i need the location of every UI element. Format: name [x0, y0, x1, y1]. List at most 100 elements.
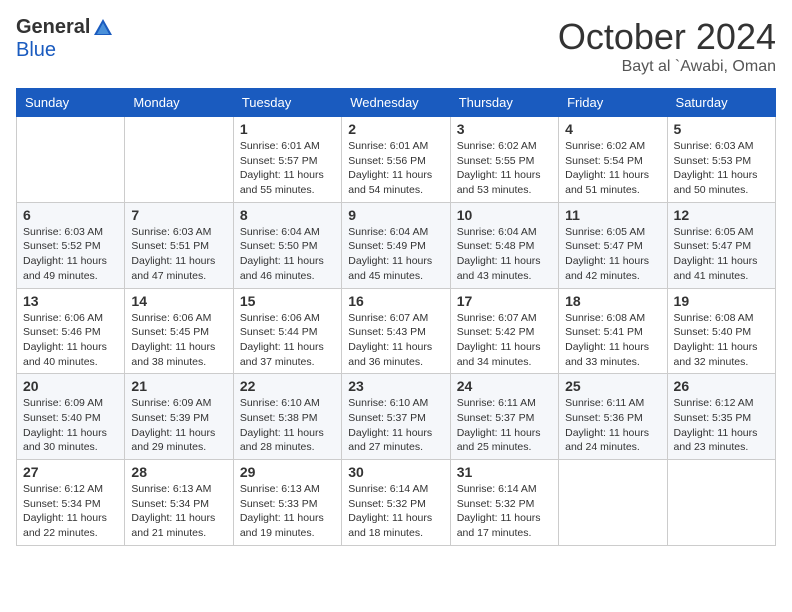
calendar-cell [17, 117, 125, 203]
day-number: 9 [348, 207, 443, 223]
day-number: 23 [348, 378, 443, 394]
day-number: 7 [131, 207, 226, 223]
calendar-cell: 24 Sunrise: 6:11 AM Sunset: 5:37 PM Dayli… [450, 374, 558, 460]
day-info: Sunrise: 6:08 AM Sunset: 5:40 PM Dayligh… [674, 311, 769, 370]
calendar-cell: 13 Sunrise: 6:06 AM Sunset: 5:46 PM Dayli… [17, 288, 125, 374]
calendar-cell [667, 460, 775, 546]
calendar-cell: 31 Sunrise: 6:14 AM Sunset: 5:32 PM Dayli… [450, 460, 558, 546]
calendar-cell: 23 Sunrise: 6:10 AM Sunset: 5:37 PM Dayli… [342, 374, 450, 460]
calendar-cell: 19 Sunrise: 6:08 AM Sunset: 5:40 PM Dayli… [667, 288, 775, 374]
calendar-cell [125, 117, 233, 203]
calendar-cell: 8 Sunrise: 6:04 AM Sunset: 5:50 PM Daylig… [233, 202, 341, 288]
day-number: 6 [23, 207, 118, 223]
calendar-cell: 15Sunrise: 6:06 AM Sunset: 5:44 PM Dayli… [233, 288, 341, 374]
day-info: Sunrise: 6:03 AM Sunset: 5:53 PM Dayligh… [674, 139, 769, 198]
day-info: Sunrise: 6:09 AM Sunset: 5:40 PM Dayligh… [23, 396, 118, 455]
day-info: Sunrise: 6:02 AM Sunset: 5:54 PM Dayligh… [565, 139, 660, 198]
logo: General Blue [16, 16, 114, 62]
day-number: 10 [457, 207, 552, 223]
calendar-cell: 17 Sunrise: 6:07 AM Sunset: 5:42 PM Dayli… [450, 288, 558, 374]
day-info: Sunrise: 6:04 AM Sunset: 5:48 PM Dayligh… [457, 225, 552, 284]
calendar-weekday-wednesday: Wednesday [342, 89, 450, 117]
day-number: 28 [131, 464, 226, 480]
calendar-cell: 6 Sunrise: 6:03 AM Sunset: 5:52 PM Daylig… [17, 202, 125, 288]
day-info: Sunrise: 6:03 AM Sunset: 5:52 PM Dayligh… [23, 225, 118, 284]
day-number: 29 [240, 464, 335, 480]
calendar-cell: 2 Sunrise: 6:01 AM Sunset: 5:56 PM Daylig… [342, 117, 450, 203]
day-number: 24 [457, 378, 552, 394]
calendar-table: SundayMondayTuesdayWednesdayThursdayFrid… [16, 88, 776, 546]
calendar-cell: 12 Sunrise: 6:05 AM Sunset: 5:47 PM Dayli… [667, 202, 775, 288]
day-info: Sunrise: 6:13 AM Sunset: 5:33 PM Dayligh… [240, 482, 335, 541]
day-number: 12 [674, 207, 769, 223]
calendar-weekday-tuesday: Tuesday [233, 89, 341, 117]
day-info: Sunrise: 6:14 AM Sunset: 5:32 PM Dayligh… [457, 482, 552, 541]
calendar-cell: 27Sunrise: 6:12 AM Sunset: 5:34 PM Dayli… [17, 460, 125, 546]
day-info: Sunrise: 6:13 AM Sunset: 5:34 PM Dayligh… [131, 482, 226, 541]
day-number: 2 [348, 121, 443, 137]
logo-blue-text: Blue [16, 39, 56, 62]
day-info: Sunrise: 6:06 AM Sunset: 5:45 PM Dayligh… [131, 311, 226, 370]
day-info: Sunrise: 6:01 AM Sunset: 5:56 PM Dayligh… [348, 139, 443, 198]
day-info: Sunrise: 6:07 AM Sunset: 5:42 PM Dayligh… [457, 311, 552, 370]
calendar-week-row: 13 Sunrise: 6:06 AM Sunset: 5:46 PM Dayli… [17, 288, 776, 374]
day-info: Sunrise: 6:12 AM Sunset: 5:34 PM Dayligh… [23, 482, 118, 541]
day-info: Sunrise: 6:09 AM Sunset: 5:39 PM Dayligh… [131, 396, 226, 455]
day-number: 22 [240, 378, 335, 394]
day-number: 21 [131, 378, 226, 394]
calendar-weekday-saturday: Saturday [667, 89, 775, 117]
calendar-cell [559, 460, 667, 546]
calendar-cell: 18Sunrise: 6:08 AM Sunset: 5:41 PM Dayli… [559, 288, 667, 374]
day-info: Sunrise: 6:05 AM Sunset: 5:47 PM Dayligh… [565, 225, 660, 284]
calendar-weekday-friday: Friday [559, 89, 667, 117]
day-number: 4 [565, 121, 660, 137]
calendar-cell: 14Sunrise: 6:06 AM Sunset: 5:45 PM Dayli… [125, 288, 233, 374]
day-number: 30 [348, 464, 443, 480]
day-number: 8 [240, 207, 335, 223]
day-info: Sunrise: 6:07 AM Sunset: 5:43 PM Dayligh… [348, 311, 443, 370]
day-number: 17 [457, 293, 552, 309]
calendar-cell: 7 Sunrise: 6:03 AM Sunset: 5:51 PM Daylig… [125, 202, 233, 288]
logo-general-text: General [16, 16, 90, 39]
day-number: 3 [457, 121, 552, 137]
calendar-cell: 26Sunrise: 6:12 AM Sunset: 5:35 PM Dayli… [667, 374, 775, 460]
day-number: 19 [674, 293, 769, 309]
day-number: 11 [565, 207, 660, 223]
calendar-cell: 9 Sunrise: 6:04 AM Sunset: 5:49 PM Daylig… [342, 202, 450, 288]
day-number: 31 [457, 464, 552, 480]
calendar-cell: 28 Sunrise: 6:13 AM Sunset: 5:34 PM Dayli… [125, 460, 233, 546]
day-info: Sunrise: 6:10 AM Sunset: 5:37 PM Dayligh… [348, 396, 443, 455]
day-number: 25 [565, 378, 660, 394]
day-info: Sunrise: 6:04 AM Sunset: 5:50 PM Dayligh… [240, 225, 335, 284]
day-info: Sunrise: 6:01 AM Sunset: 5:57 PM Dayligh… [240, 139, 335, 198]
day-info: Sunrise: 6:06 AM Sunset: 5:46 PM Dayligh… [23, 311, 118, 370]
day-number: 13 [23, 293, 118, 309]
day-number: 18 [565, 293, 660, 309]
calendar-weekday-monday: Monday [125, 89, 233, 117]
title-block: October 2024 Bayt al `Awabi, Oman [558, 16, 776, 76]
logo-icon [92, 17, 114, 39]
day-info: Sunrise: 6:04 AM Sunset: 5:49 PM Dayligh… [348, 225, 443, 284]
calendar-week-row: 27Sunrise: 6:12 AM Sunset: 5:34 PM Dayli… [17, 460, 776, 546]
calendar-cell: 1Sunrise: 6:01 AM Sunset: 5:57 PM Daylig… [233, 117, 341, 203]
calendar-cell: 11 Sunrise: 6:05 AM Sunset: 5:47 PM Dayli… [559, 202, 667, 288]
day-info: Sunrise: 6:14 AM Sunset: 5:32 PM Dayligh… [348, 482, 443, 541]
day-info: Sunrise: 6:11 AM Sunset: 5:36 PM Dayligh… [565, 396, 660, 455]
day-info: Sunrise: 6:10 AM Sunset: 5:38 PM Dayligh… [240, 396, 335, 455]
calendar-weekday-thursday: Thursday [450, 89, 558, 117]
day-info: Sunrise: 6:03 AM Sunset: 5:51 PM Dayligh… [131, 225, 226, 284]
day-info: Sunrise: 6:11 AM Sunset: 5:37 PM Dayligh… [457, 396, 552, 455]
day-info: Sunrise: 6:12 AM Sunset: 5:35 PM Dayligh… [674, 396, 769, 455]
calendar-cell: 4 Sunrise: 6:02 AM Sunset: 5:54 PM Daylig… [559, 117, 667, 203]
calendar-week-row: 6 Sunrise: 6:03 AM Sunset: 5:52 PM Daylig… [17, 202, 776, 288]
calendar-week-row: 1Sunrise: 6:01 AM Sunset: 5:57 PM Daylig… [17, 117, 776, 203]
calendar-cell: 29 Sunrise: 6:13 AM Sunset: 5:33 PM Dayli… [233, 460, 341, 546]
page-header: General Blue October 2024 Bayt al `Awabi… [16, 16, 776, 76]
calendar-weekday-sunday: Sunday [17, 89, 125, 117]
day-info: Sunrise: 6:05 AM Sunset: 5:47 PM Dayligh… [674, 225, 769, 284]
day-number: 15 [240, 293, 335, 309]
calendar-week-row: 20 Sunrise: 6:09 AM Sunset: 5:40 PM Dayli… [17, 374, 776, 460]
day-number: 20 [23, 378, 118, 394]
calendar-cell: 25 Sunrise: 6:11 AM Sunset: 5:36 PM Dayli… [559, 374, 667, 460]
calendar-cell: 20 Sunrise: 6:09 AM Sunset: 5:40 PM Dayli… [17, 374, 125, 460]
